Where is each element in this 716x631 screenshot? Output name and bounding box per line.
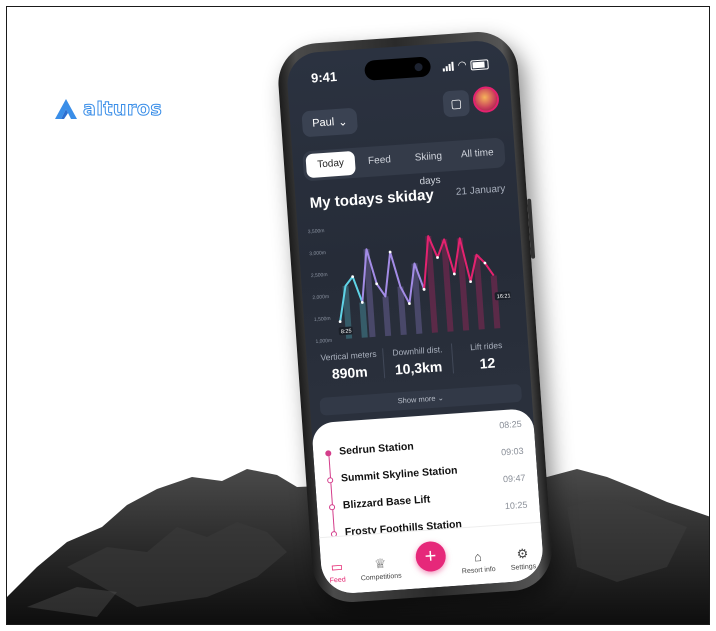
add-button[interactable]: + [414, 540, 447, 573]
station-time: 09:03 [500, 445, 524, 458]
wallet-icon: ▢ [450, 96, 463, 111]
tab-today[interactable]: Today [305, 150, 356, 179]
nav-competitions[interactable]: ♕ Competitions [359, 555, 402, 583]
wifi-icon: ◠ [457, 59, 467, 72]
station-name: Blizzard Base Lift [342, 493, 431, 512]
y-tick-label: 3,000m [309, 250, 326, 257]
brand-logo-lockup: alturos [53, 97, 162, 121]
end-time-label: 16:21 [497, 293, 511, 300]
chart-bar [397, 286, 407, 336]
stat-value: 10,3km [394, 358, 443, 378]
show-more-label: Show more [397, 393, 436, 406]
stations-sheet: Sedrun Station 08:25 Summit Skyline Stat… [311, 408, 545, 596]
feed-icon: ▭ [330, 558, 344, 575]
station-name: Summit Skyline Station [340, 464, 458, 485]
nav-settings[interactable]: ⚙ Settings [509, 545, 537, 572]
stat-lift-rides: Lift rides 12 [450, 338, 522, 374]
stat-value: 12 [479, 354, 496, 372]
promo-canvas: alturos 9:41 ◠ Paul ⌄ ▢ Today Feed Skiin… [6, 6, 710, 625]
wallet-button[interactable]: ▢ [442, 89, 471, 118]
chart-bar [359, 302, 368, 338]
y-tick-label: 1,000m [315, 338, 332, 345]
chart-bar [490, 275, 501, 329]
y-tick-label: 3,500m [308, 228, 325, 235]
station-time: 08:25 [498, 418, 523, 431]
tab-feed[interactable]: Feed [354, 147, 405, 174]
card-title: My todays skiday [309, 186, 435, 213]
nav-label: Resort info [461, 565, 496, 576]
stat-label: Lift rides [469, 339, 503, 353]
camera-icon [414, 62, 423, 72]
station-time: 09:47 [502, 472, 526, 485]
plus-icon: + [423, 544, 438, 568]
nav-feed[interactable]: ▭ Feed [328, 558, 346, 585]
battery-icon [470, 58, 489, 70]
nav-label: Competitions [360, 572, 402, 583]
gear-icon: ⚙ [516, 545, 529, 562]
period-tabs: Today Feed Skiing days All time [302, 137, 506, 188]
y-tick-label: 2,000m [312, 294, 329, 301]
card-date: 21 January [455, 183, 506, 198]
altitude-chart: 3,500m 3,000m 2,500m 2,000m 1,500m 1,000m 8:25… [308, 228, 511, 345]
user-select-button[interactable]: Paul ⌄ [301, 107, 359, 138]
tab-all-time[interactable]: All time [452, 141, 503, 168]
trophy-icon: ♕ [373, 555, 387, 572]
user-name: Paul [311, 116, 335, 130]
phone-mockup: 9:41 ◠ Paul ⌄ ▢ Today Feed Skiing days A [275, 29, 555, 605]
brand-name: alturos [82, 98, 163, 121]
signal-icon [442, 61, 455, 72]
stat-label: Vertical meters [320, 348, 377, 363]
station-time: 10:25 [504, 499, 528, 512]
tab-skiing-days[interactable]: Skiing days [403, 144, 454, 188]
station-name: Sedrun Station [338, 440, 415, 458]
alturos-logo-icon [55, 99, 77, 119]
status-icons: ◠ [442, 58, 489, 72]
stat-label: Downhill dist. [392, 344, 443, 358]
resort-icon: ⌂ [473, 548, 483, 565]
y-tick-label: 1,500m [314, 316, 331, 323]
phone-screen: 9:41 ◠ Paul ⌄ ▢ Today Feed Skiing days A [285, 38, 545, 596]
chevron-down-icon: ⌄ [437, 393, 445, 403]
stat-value: 890m [331, 363, 369, 382]
stat-downhill: Downhill dist. 10,3km [382, 343, 454, 379]
nav-label: Settings [510, 563, 537, 572]
stat-vertical: Vertical meters 890m [314, 348, 384, 383]
nav-resort-info[interactable]: ⌂ Resort info [460, 548, 496, 576]
y-tick-label: 2,500m [311, 272, 328, 279]
avatar[interactable] [472, 85, 500, 114]
start-time-label: 8:25 [341, 328, 352, 335]
dynamic-island [364, 56, 432, 81]
chart-bar [473, 254, 485, 330]
chart-bar [382, 296, 392, 337]
status-time: 9:41 [310, 68, 338, 86]
nav-label: Feed [329, 576, 346, 585]
chevron-down-icon: ⌄ [337, 115, 348, 129]
